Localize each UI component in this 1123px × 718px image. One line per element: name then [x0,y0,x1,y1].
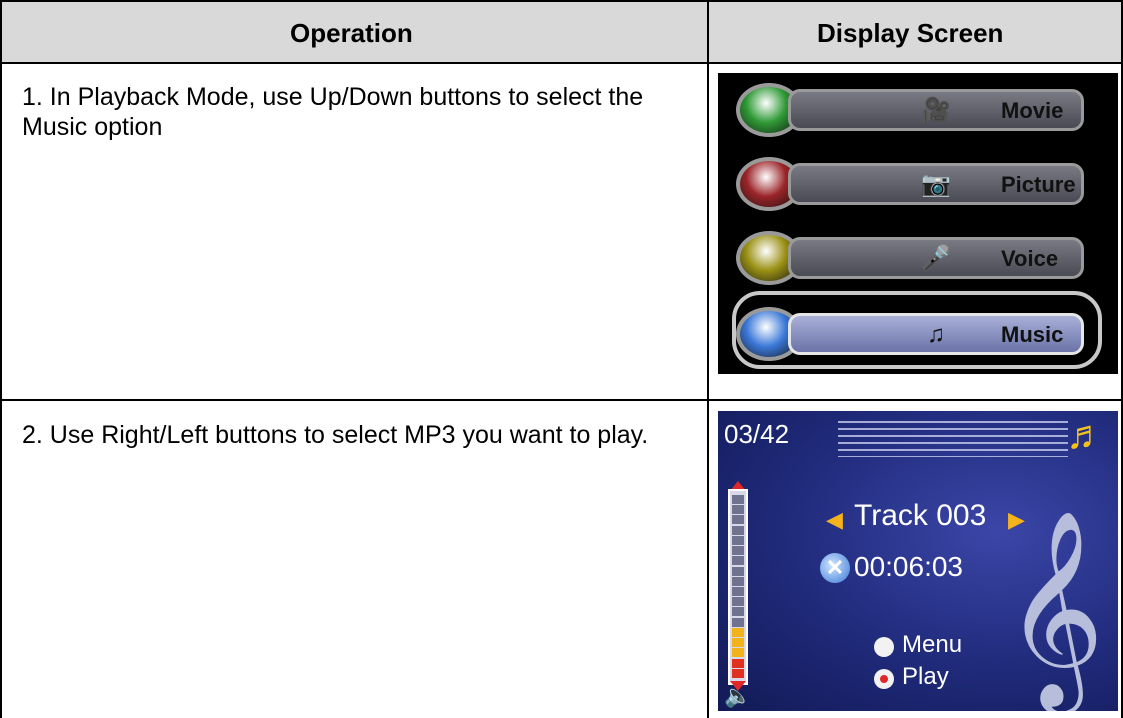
volume-segment [732,525,744,535]
table-border-header [0,62,1123,64]
menu-bar: 📷 Picture [788,163,1084,205]
option-menu[interactable]: Menu [902,631,962,659]
staff-lines [838,421,1068,457]
volume-segment [732,638,744,648]
volume-segment [732,576,744,586]
volume-segment [732,587,744,596]
menu-item-music[interactable]: ♫ Music [736,301,1111,363]
volume-segment [732,556,744,566]
menu-label: Movie [1001,98,1064,123]
menu-item-picture[interactable]: 📷 Picture [736,151,1111,213]
step-1-text: 1. In Playback Mode, use Up/Down buttons… [22,83,644,141]
instruction-table: Operation Display Screen 1. In Playback … [0,0,1123,718]
volume-segment [732,668,744,678]
volume-segment [732,566,744,576]
music-notes-icon: ♫ [927,321,945,348]
treble-clef-icon: 𝄞 [1004,513,1105,703]
menu-label: Picture [1001,172,1076,197]
table-border-row [0,399,1123,401]
menu-bar: ♫ Music [788,313,1084,355]
menu-item-movie[interactable]: 🎥 Movie [736,77,1111,139]
volume-segment [732,535,744,545]
volume-segment [732,617,744,627]
menu-bar: 🎥 Movie [788,89,1084,131]
disc-icon: ✕ [820,553,850,583]
volume-segment [732,495,744,504]
volume-segment [732,515,744,525]
circle-button-icon [874,637,894,657]
header-display-screen: Display Screen [817,18,1004,48]
menu-label: Voice [1001,246,1059,271]
volume-segment [732,597,744,607]
menu-label: Music [1001,322,1064,347]
microphone-icon: 🎤 [921,245,951,272]
volume-segment [732,546,744,556]
menu-item-voice[interactable]: 🎤 Voice [736,225,1111,287]
camera-icon: 📷 [921,171,951,198]
header-operation: Operation [290,18,413,48]
volume-segment [732,627,744,637]
volume-segment [732,648,744,658]
elapsed-time: 00:06:03 [854,551,963,582]
music-player-screen: 03/42 ♬ 🔈 ◀ Track 003 ▶ ✕ 00:06:03 𝄞 Men… [718,411,1118,711]
header-cell-display-screen: Display Screen [709,2,1121,62]
playback-menu-screen: 🎥 Movie 📷 Picture 🎤 Voice ♫ Music [718,73,1118,374]
volume-segment [732,607,744,617]
track-name: Track 003 [854,499,987,532]
table-border-left [0,0,2,718]
menu-bar: 🎤 Voice [788,237,1084,279]
previous-track-icon[interactable]: ◀ [826,507,843,533]
movie-camera-icon: 🎥 [921,97,951,124]
table-border-middle [707,0,709,718]
step-2-text: 2. Use Right/Left buttons to select MP3 … [22,421,649,449]
option-play[interactable]: Play [902,663,949,691]
record-button-icon [874,669,894,689]
volume-bar[interactable] [728,489,748,685]
volume-segment [732,505,744,515]
header-cell-operation: Operation [2,2,707,62]
volume-segment [732,658,744,668]
track-counter: 03/42 [724,419,790,449]
music-note-icon: ♬ [1066,413,1106,457]
speaker-icon: 🔈 [724,683,752,708]
